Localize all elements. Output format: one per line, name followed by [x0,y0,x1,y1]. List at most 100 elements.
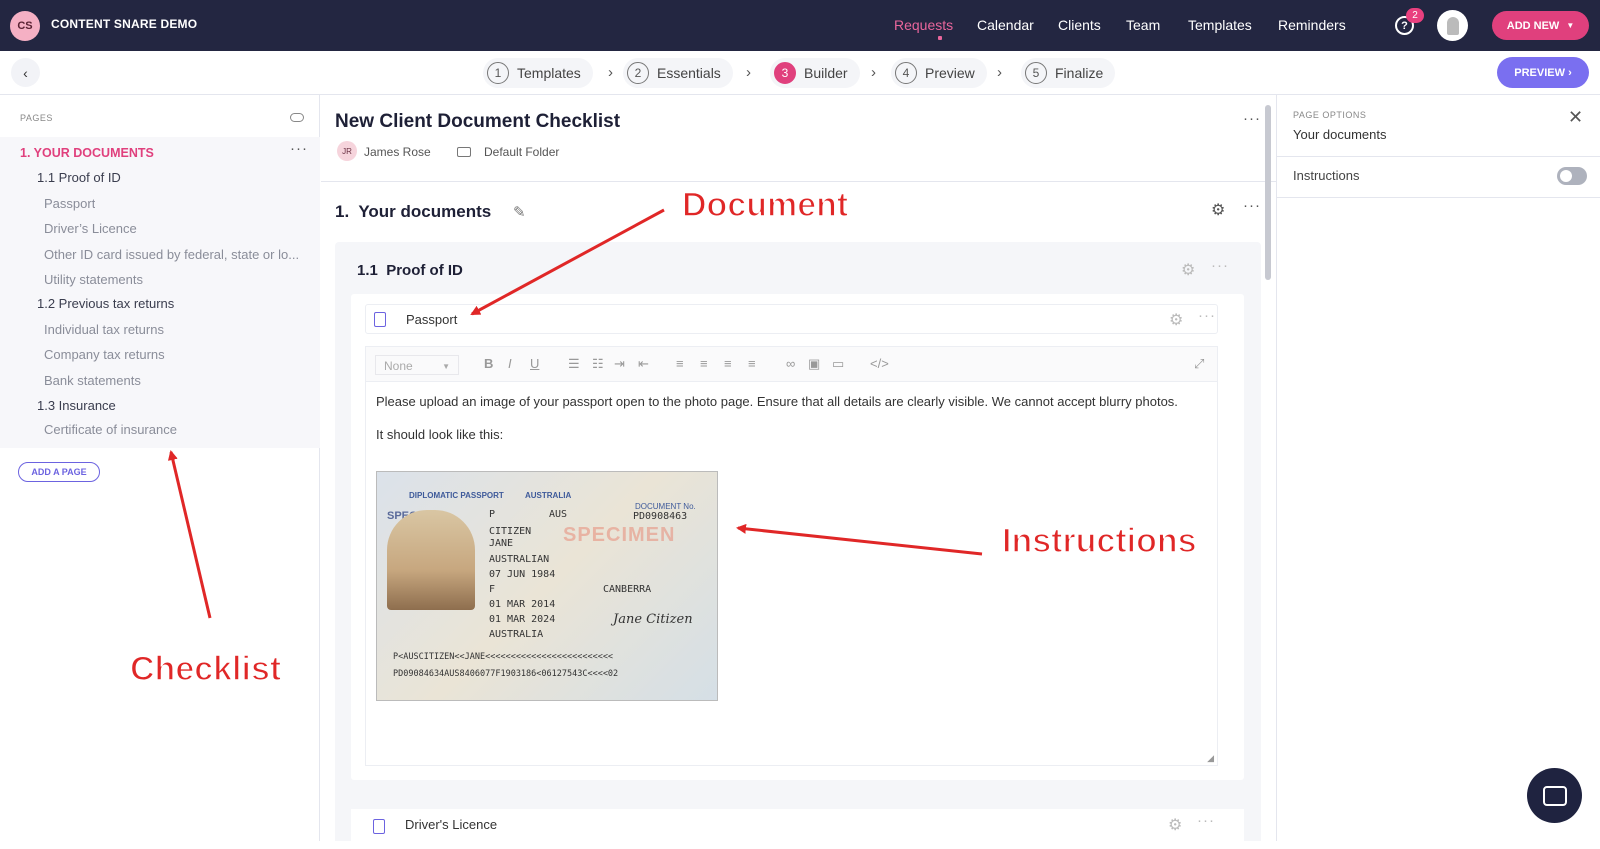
page-options-panel: PAGE OPTIONS Your documents ✕ Instructio… [1276,95,1600,841]
back-button[interactable]: ‹ [11,58,40,87]
nav-requests[interactable]: Requests [894,17,953,33]
bold-icon[interactable]: B [484,356,493,371]
sidebar-item-certificate-of-insurance[interactable]: Certificate of insurance [44,422,177,437]
more-options-icon[interactable]: ··· [290,140,308,157]
passport-text: F [489,584,496,595]
instructions-toggle[interactable] [1557,167,1587,185]
rich-text-toolbar: None ▼ B I U ☰ ☷ ⇥ ⇤ ≡ ≡ ≡ ≡ ∞ ▣ ▭ </> ⤢ [365,346,1218,382]
image-icon[interactable]: ▣ [808,356,820,372]
sidebar-item-previous-tax-returns[interactable]: 1.2 Previous tax returns [37,296,174,311]
sidebar-item-bank-statements[interactable]: Bank statements [44,373,141,388]
close-icon[interactable]: ✕ [1568,107,1583,128]
more-options-icon[interactable]: ··· [1198,307,1216,324]
document-name[interactable]: Driver's Licence [405,817,497,832]
align-right-icon[interactable]: ≡ [724,356,732,371]
preview-button[interactable]: PREVIEW › [1497,57,1589,88]
italic-icon[interactable]: I [508,356,512,371]
align-justify-icon[interactable]: ≡ [748,356,756,371]
underline-icon[interactable]: U [530,356,539,371]
chevron-right-icon: › [746,64,751,81]
passport-text: P [489,509,496,520]
nav-templates[interactable]: Templates [1188,17,1252,33]
more-options-icon[interactable]: ··· [1197,812,1215,829]
step-finalize[interactable]: 5 Finalize [1021,58,1116,88]
chevron-right-icon: › [1568,66,1572,79]
sidebar-item-your-documents[interactable]: 1. YOUR DOCUMENTS [20,146,154,160]
sidebar-item-insurance[interactable]: 1.3 Insurance [37,398,116,413]
divider [1277,197,1600,198]
sidebar-item-proof-of-id[interactable]: 1.1 Proof of ID [37,170,121,185]
sidebar-item-individual-tax-returns[interactable]: Individual tax returns [44,322,164,337]
instructions-label: Instructions [1293,168,1360,183]
document-name-row[interactable]: Passport ⚙ ··· [365,304,1218,334]
section-title[interactable]: 1. Your documents [335,202,491,222]
scrollbar[interactable] [1265,105,1271,280]
user-avatar[interactable] [1437,10,1468,41]
more-options-icon[interactable]: ··· [1243,197,1261,214]
passport-text: AUSTRALIAN [489,554,550,565]
chevron-left-icon: ‹ [23,64,28,81]
step-templates[interactable]: 1 Templates [483,58,593,88]
add-new-button[interactable]: ADD NEW ▼ [1492,11,1589,40]
document-icon [374,312,386,327]
nav-calendar[interactable]: Calendar [977,17,1034,33]
link-icon[interactable]: ∞ [786,356,795,371]
passport-text: AUSTRALIA [489,629,544,640]
passport-watermark: SPECIMEN [563,524,676,546]
active-nav-indicator [938,36,942,40]
gear-icon[interactable]: ⚙ [1168,815,1182,835]
chat-widget-button[interactable] [1527,768,1582,823]
add-page-button[interactable]: ADD A PAGE [18,462,100,482]
more-options-icon[interactable]: ··· [1243,110,1261,127]
pages-sidebar: PAGES 1. YOUR DOCUMENTS ··· 1.1 Proof of… [0,95,320,841]
caret-down-icon: ▼ [1566,21,1575,30]
bullet-list-icon[interactable]: ☰ [568,356,580,372]
document-icon [373,819,385,834]
outdent-icon[interactable]: ⇤ [638,356,649,372]
resize-handle-icon[interactable]: ◢ [1207,753,1214,764]
document-name[interactable]: Passport [406,312,457,327]
passport-text: 01 MAR 2014 [489,599,556,610]
document-name-row[interactable]: Driver's Licence ⚙ ··· [351,809,1244,849]
instruction-text: Please upload an image of your passport … [376,394,1178,409]
sidebar-item-passport[interactable]: Passport [44,196,95,211]
align-center-icon[interactable]: ≡ [700,356,708,371]
video-icon[interactable]: ▭ [832,356,844,372]
chat-icon [1542,785,1567,806]
sidebar-item-utility-statements[interactable]: Utility statements [44,272,143,287]
align-left-icon[interactable]: ≡ [676,356,684,371]
app-logo[interactable]: CS [10,11,40,41]
numbered-list-icon[interactable]: ☷ [592,356,604,372]
sidebar-item-drivers-licence[interactable]: Driver’s Licence [44,221,137,236]
wizard-steps-bar: ‹ 1 Templates › 2 Essentials › 3 Builder › … [0,51,1600,95]
nav-team[interactable]: Team [1126,17,1160,33]
next-document-card: Driver's Licence ⚙ ··· [335,801,1261,849]
nav-reminders[interactable]: Reminders [1278,17,1346,33]
page-title[interactable]: New Client Document Checklist [335,111,620,133]
page-options-title: Your documents [1293,127,1387,142]
annotation-instructions: Instructions [1001,521,1197,561]
instructions-editor[interactable]: Please upload an image of your passport … [365,382,1218,766]
more-options-icon[interactable]: ··· [1211,257,1229,274]
code-icon[interactable]: </> [870,356,889,371]
cloud-sync-icon[interactable] [290,113,304,122]
nav-clients[interactable]: Clients [1058,17,1101,33]
edit-pencil-icon[interactable]: ✎ [513,203,526,221]
top-nav-bar: CS CONTENT SNARE DEMO Requests Calendar … [0,0,1600,51]
expand-icon[interactable]: ⤢ [1194,356,1204,372]
passport-example-image[interactable]: DIPLOMATIC PASSPORT SPECIMEN AUSTRALIA D… [376,471,718,701]
gear-icon[interactable]: ⚙ [1211,200,1225,220]
sidebar-item-other-id-card[interactable]: Other ID card issued by federal, state o… [44,247,308,262]
step-preview[interactable]: 4 Preview [891,58,987,88]
sidebar-item-company-tax-returns[interactable]: Company tax returns [44,347,165,362]
subsection-title[interactable]: 1.1 Proof of ID [357,262,463,279]
gear-icon[interactable]: ⚙ [1181,260,1195,280]
step-builder[interactable]: 3 Builder [770,58,860,88]
format-select[interactable]: None ▼ [375,355,459,375]
indent-icon[interactable]: ⇥ [614,356,625,372]
gear-icon[interactable]: ⚙ [1169,310,1183,330]
folder-name[interactable]: Default Folder [484,145,559,159]
step-essentials[interactable]: 2 Essentials [623,58,733,88]
passport-text: CITIZEN [489,526,532,537]
notification-badge: 2 [1406,8,1424,23]
